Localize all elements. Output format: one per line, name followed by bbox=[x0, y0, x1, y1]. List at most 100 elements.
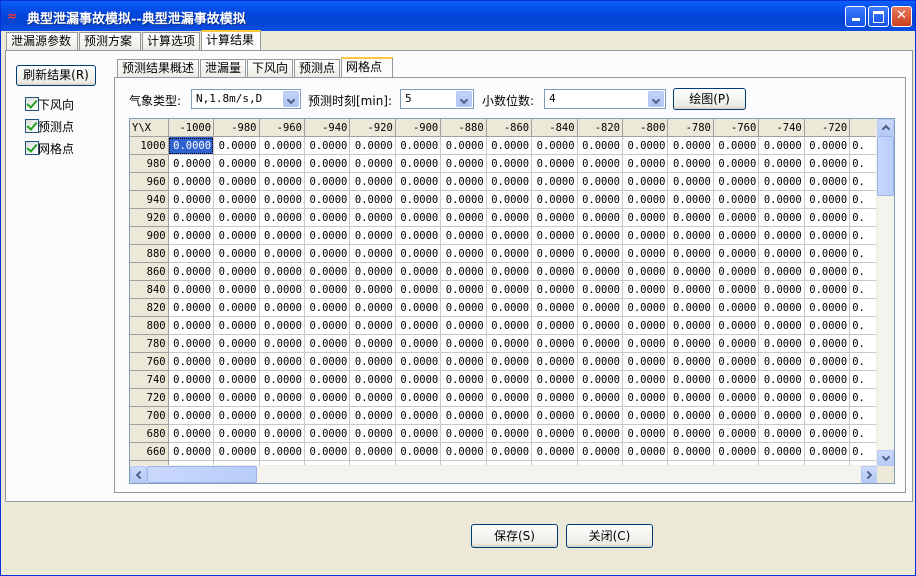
grid-cell[interactable]: 0.0000 bbox=[531, 388, 578, 407]
tab-calc-options[interactable]: 计算选项 bbox=[142, 32, 200, 50]
grid-cell[interactable]: 0. bbox=[849, 388, 878, 407]
grid-column-header[interactable]: -860 bbox=[486, 119, 533, 137]
grid-cell[interactable]: 0.0000 bbox=[213, 262, 260, 281]
grid-cell[interactable]: 0.0000 bbox=[667, 262, 714, 281]
chevron-down-icon[interactable] bbox=[283, 91, 299, 107]
grid-column-header[interactable]: -880 bbox=[440, 119, 487, 137]
grid-cell[interactable]: 0.0000 bbox=[349, 280, 396, 299]
grid-cell[interactable]: 0.0000 bbox=[349, 154, 396, 173]
grid-cell[interactable]: 0.0000 bbox=[213, 244, 260, 263]
subtab-summary[interactable]: 预测结果概述 bbox=[117, 59, 199, 77]
grid-cell[interactable]: 0.0000 bbox=[440, 280, 487, 299]
grid-cell[interactable]: 0.0000 bbox=[531, 190, 578, 209]
grid-cell[interactable]: 0.0000 bbox=[213, 316, 260, 335]
grid-cell[interactable]: 0.0000 bbox=[213, 136, 260, 155]
grid-cell[interactable]: 0.0000 bbox=[349, 370, 396, 389]
grid-cell[interactable]: 0.0000 bbox=[577, 316, 624, 335]
grid-cell[interactable]: 0.0000 bbox=[213, 226, 260, 245]
grid-cell[interactable]: 0.0000 bbox=[304, 280, 351, 299]
grid-cell[interactable]: 0.0000 bbox=[713, 154, 760, 173]
grid-cell[interactable]: 0.0000 bbox=[667, 136, 714, 155]
grid-cell[interactable]: 0.0000 bbox=[758, 226, 805, 245]
vertical-scroll-thumb[interactable] bbox=[877, 136, 894, 196]
plot-button[interactable]: 绘图(P) bbox=[673, 88, 746, 110]
grid-cell[interactable]: 0.0000 bbox=[713, 298, 760, 317]
grid-cell[interactable]: 0.0000 bbox=[804, 298, 851, 317]
grid-cell[interactable]: 0.0000 bbox=[259, 334, 305, 353]
grid-cell[interactable]: 0.0000 bbox=[486, 298, 533, 317]
grid-cell[interactable]: 0.0000 bbox=[440, 226, 487, 245]
subtab-prediction-point[interactable]: 预测点 bbox=[294, 59, 340, 77]
grid-column-header[interactable]: -720 bbox=[804, 119, 851, 137]
grid-cell[interactable]: 0.0000 bbox=[577, 334, 624, 353]
grid-cell[interactable]: 0.0000 bbox=[486, 406, 533, 425]
grid-cell[interactable]: 0. bbox=[849, 136, 878, 155]
grid-row-header[interactable]: 1000 bbox=[130, 136, 169, 155]
grid-cell[interactable]: 0.0000 bbox=[259, 406, 305, 425]
grid-column-header[interactable]: -960 bbox=[259, 119, 305, 137]
grid-cell[interactable]: 0.0000 bbox=[713, 226, 760, 245]
grid-cell[interactable]: 0.0000 bbox=[622, 424, 669, 443]
grid-cell[interactable]: 0.0000 bbox=[667, 190, 714, 209]
tab-prediction-plan[interactable]: 预测方案 bbox=[79, 32, 141, 50]
grid-cell[interactable]: 0.0000 bbox=[213, 442, 260, 461]
grid-cell[interactable]: 0.0000 bbox=[667, 226, 714, 245]
grid-cell[interactable]: 0.0000 bbox=[713, 172, 760, 191]
tab-leak-source-params[interactable]: 泄漏源参数 bbox=[6, 32, 78, 50]
grid-cell[interactable]: 0.0000 bbox=[804, 262, 851, 281]
grid-cell[interactable]: 0.0000 bbox=[713, 136, 760, 155]
grid-cell[interactable]: 0.0000 bbox=[213, 370, 260, 389]
grid-cell[interactable]: 0.0000 bbox=[758, 406, 805, 425]
grid-cell[interactable]: 0.0000 bbox=[259, 244, 305, 263]
grid-cell[interactable]: 0.0000 bbox=[395, 370, 442, 389]
grid-row-header[interactable]: 920 bbox=[130, 208, 169, 227]
grid-cell[interactable]: 0.0000 bbox=[349, 262, 396, 281]
grid-cell[interactable]: 0.0000 bbox=[440, 154, 487, 173]
grid-cell[interactable]: 0.0000 bbox=[168, 370, 215, 389]
grid-cell[interactable]: 0.0000 bbox=[577, 442, 624, 461]
title-bar[interactable]: ≈ 典型泄漏事故模拟--典型泄漏事故模拟 ✕ bbox=[1, 1, 915, 31]
grid-cell[interactable]: 0.0000 bbox=[440, 352, 487, 371]
grid-cell[interactable]: 0.0000 bbox=[667, 280, 714, 299]
minimize-button[interactable] bbox=[845, 6, 866, 27]
grid-cell[interactable]: 0.0000 bbox=[577, 190, 624, 209]
grid-cell[interactable]: 0.0000 bbox=[168, 388, 215, 407]
grid-cell[interactable]: 0.0000 bbox=[440, 172, 487, 191]
grid-cell[interactable]: 0.0000 bbox=[713, 442, 760, 461]
grid-cell[interactable]: 0.0000 bbox=[758, 208, 805, 227]
grid-cell[interactable]: 0.0000 bbox=[531, 280, 578, 299]
grid-cell[interactable]: 0.0000 bbox=[667, 424, 714, 443]
scroll-left-icon[interactable] bbox=[130, 466, 147, 483]
grid-cell[interactable]: 0.0000 bbox=[259, 442, 305, 461]
grid-cell[interactable]: 0.0000 bbox=[713, 334, 760, 353]
grid-cell[interactable]: 0.0000 bbox=[713, 190, 760, 209]
grid-cell[interactable]: 0.0000 bbox=[577, 280, 624, 299]
grid-cell[interactable]: 0.0000 bbox=[395, 172, 442, 191]
grid-cell[interactable]: 0.0000 bbox=[395, 388, 442, 407]
grid-column-header[interactable]: -760 bbox=[713, 119, 760, 137]
grid-cell[interactable]: 0.0000 bbox=[758, 244, 805, 263]
grid-cell[interactable]: 0.0000 bbox=[213, 334, 260, 353]
grid-cell[interactable]: 0.0000 bbox=[213, 190, 260, 209]
grid-cell[interactable]: 0. bbox=[849, 370, 878, 389]
grid-cell[interactable]: 0.0000 bbox=[713, 370, 760, 389]
grid-cell[interactable]: 0.0000 bbox=[168, 226, 215, 245]
grid-cell[interactable]: 0. bbox=[849, 352, 878, 371]
grid-column-header[interactable]: -1000 bbox=[168, 119, 215, 137]
grid-cell[interactable]: 0.0000 bbox=[713, 388, 760, 407]
grid-cell[interactable]: 0.0000 bbox=[168, 190, 215, 209]
grid-cell[interactable]: 0.0000 bbox=[349, 172, 396, 191]
grid-cell[interactable]: 0.0000 bbox=[440, 136, 487, 155]
grid-cell[interactable]: 0.0000 bbox=[168, 136, 215, 155]
grid-cell[interactable]: 0.0000 bbox=[486, 136, 533, 155]
grid-cell[interactable]: 0.0000 bbox=[440, 442, 487, 461]
grid-column-header[interactable]: -780 bbox=[667, 119, 714, 137]
grid-cell[interactable]: 0.0000 bbox=[349, 190, 396, 209]
grid-cell[interactable]: 0.0000 bbox=[168, 244, 215, 263]
grid-cell[interactable]: 0.0000 bbox=[758, 190, 805, 209]
grid-cell[interactable]: 0.0000 bbox=[531, 172, 578, 191]
save-button[interactable]: 保存(S) bbox=[471, 524, 558, 548]
grid-cell[interactable]: 0.0000 bbox=[804, 136, 851, 155]
grid-cell[interactable]: 0.0000 bbox=[349, 406, 396, 425]
grid-row-header[interactable]: 980 bbox=[130, 154, 169, 173]
